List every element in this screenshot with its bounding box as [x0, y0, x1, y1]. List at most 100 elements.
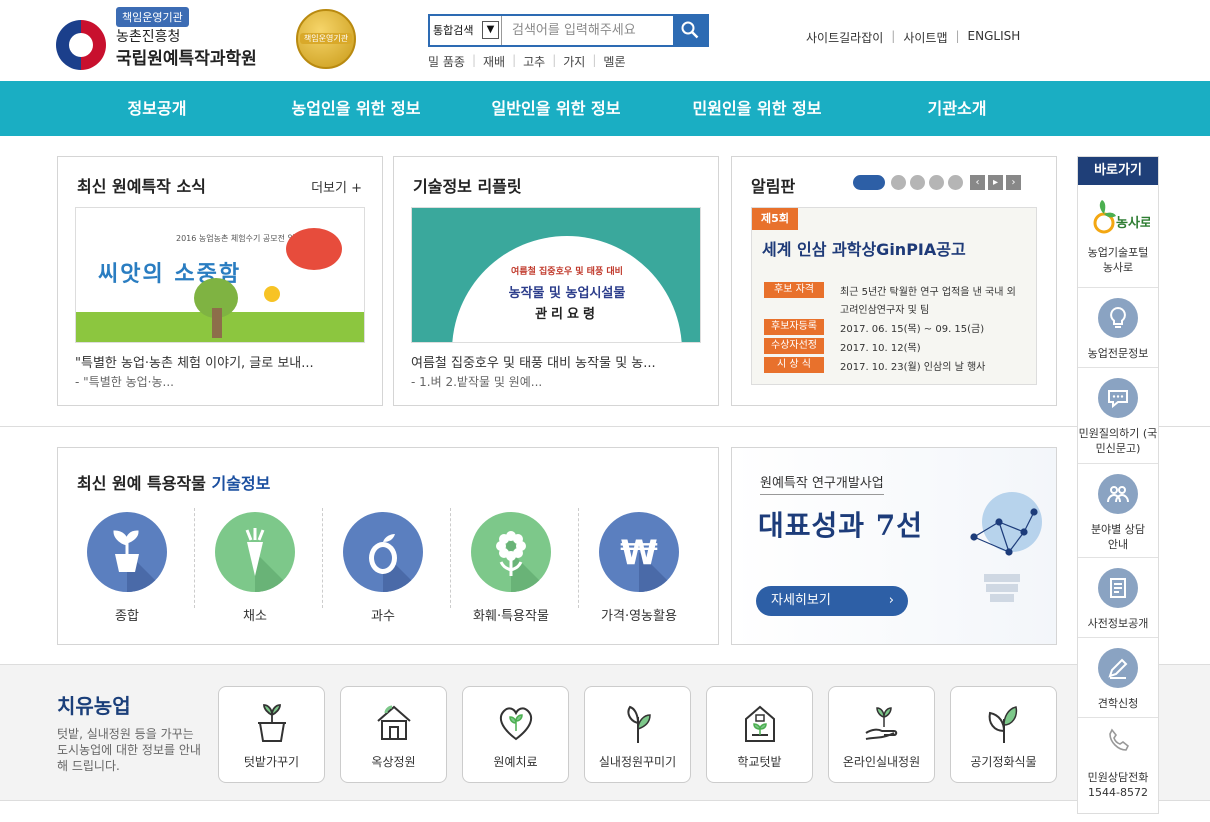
carousel-dot-active[interactable] — [853, 175, 885, 190]
sun-icon — [264, 286, 280, 302]
keyword-link[interactable]: 가지 — [556, 53, 592, 70]
quick-link-phone[interactable]: 민원상담전화 1544-8572 — [1078, 718, 1158, 813]
org-name-secondary[interactable]: 국립원예특작과학원 — [116, 44, 257, 69]
org-name-primary[interactable]: 농촌진흥청 — [116, 26, 180, 46]
carousel-prev-icon[interactable]: ‹ — [970, 175, 985, 190]
hand-plant-icon — [865, 707, 898, 740]
banner-row-label: 시 상 식 — [764, 357, 824, 373]
sprout-icon — [627, 705, 651, 743]
category-label[interactable]: 화훼·특용작물 — [456, 605, 566, 624]
quick-link-label: 사전정보공개 — [1087, 617, 1149, 630]
banner-row-text: 2017. 06. 15(목) ~ 09. 15(금) — [840, 324, 985, 335]
nav-item-petitioners[interactable]: 민원인을 위한 정보 — [682, 81, 832, 136]
category-fruit-button[interactable] — [343, 512, 423, 592]
promo-title: 대표성과 7선 — [758, 509, 924, 542]
keyword-link[interactable]: 멜론 — [596, 53, 632, 70]
carousel-dot[interactable] — [910, 175, 925, 190]
document-icon — [1098, 568, 1138, 608]
quick-link-pre-disclosure[interactable]: 사전정보공개 — [1078, 558, 1158, 638]
category-label[interactable]: 종합 — [72, 605, 182, 624]
carousel-dot[interactable] — [948, 175, 963, 190]
view-details-button[interactable]: 자세히보기 › — [756, 586, 908, 616]
carrot-icon — [245, 528, 295, 592]
quick-link-consulting[interactable]: 분야별 상담안내 — [1078, 464, 1158, 558]
leaflet-thumbnail[interactable]: 여름철 집중호우 및 태풍 대비 농작물 및 농업시설물 관리요령 — [411, 207, 701, 343]
healing-item-rooftop[interactable]: 옥상정원 — [340, 686, 447, 783]
news-card: 최신 원예특작 소식 더보기 + 2016 농업농촌 체험수기 공모전 입상작 … — [57, 156, 383, 406]
category-label[interactable]: 가격·영농활용 — [584, 605, 694, 624]
search-bar: 통합검색 ▼ — [428, 14, 709, 47]
nav-item-disclosure[interactable]: 정보공개 — [97, 81, 217, 136]
news-caption[interactable]: "특별한 농업·농촌 체험 이야기, 글로 보내... — [75, 352, 314, 371]
healing-item-garden[interactable]: 텃밭가꾸기 — [218, 686, 325, 783]
category-label[interactable]: 과수 — [328, 605, 438, 624]
speech-bubble-icon — [286, 228, 342, 270]
keyword-link[interactable]: 고추 — [516, 53, 552, 70]
carousel-next-icon[interactable]: › — [1006, 175, 1021, 190]
agency-badge: 책임운영기관 — [116, 7, 189, 27]
notice-banner[interactable]: 제5회 세계 인삼 과학상GinPIA공고 후보 자격 최근 5년간 탁월한 연… — [751, 207, 1037, 385]
healing-item-label: 공기정화식물 — [970, 755, 1037, 769]
search-button[interactable] — [673, 16, 707, 45]
keyword-link[interactable]: 재배 — [476, 53, 512, 70]
potted-plant-icon — [258, 704, 286, 742]
quick-link-nongsaro[interactable]: 농사로 농업기술포털 농사로 — [1078, 185, 1158, 288]
nav-item-farmers[interactable]: 농업인을 위한 정보 — [281, 81, 431, 136]
leaves-icon — [988, 706, 1018, 743]
popular-keywords: 밀 품종 | 재배 | 고추 | 가지 | 멜론 — [428, 53, 633, 70]
category-general-button[interactable] — [87, 512, 167, 592]
nav-item-about[interactable]: 기관소개 — [897, 81, 1017, 136]
news-subcaption[interactable]: - "특별한 농업·농... — [75, 373, 174, 390]
banner-row-text: 최근 5년간 탁월한 연구 업적을 낸 국내 외 — [840, 287, 1016, 298]
carousel-play-icon[interactable]: ▸ — [988, 175, 1003, 190]
tech-info-title: 최신 원예 특용작물 기술정보 — [77, 470, 270, 494]
category-flower-button[interactable] — [471, 512, 551, 592]
quick-links-title: 바로가기 — [1078, 157, 1158, 185]
banner-row-label: 후보자등록 — [764, 319, 824, 335]
site-guide-link[interactable]: 사이트길라잡이 — [806, 29, 883, 46]
chevron-down-icon[interactable]: ▼ — [482, 21, 499, 39]
banner-row-label: 후보 자격 — [764, 282, 824, 298]
promo-card: 원예특작 연구개발사업 대표성과 7선 자세히보기 › — [731, 447, 1057, 645]
quick-link-label: 견학신청 — [1097, 697, 1139, 710]
carousel-dot[interactable] — [891, 175, 906, 190]
leaflet-card: 기술정보 리플릿 여름철 집중호우 및 태풍 대비 농작물 및 농업시설물 관리… — [393, 156, 719, 406]
healing-item-label: 원예치료 — [493, 755, 538, 769]
quick-link-inquiry[interactable]: 민원질의하기 (국민신문고) — [1078, 368, 1158, 464]
category-price-button[interactable]: ₩ — [599, 512, 679, 592]
healing-item-therapy[interactable]: 원예치료 — [462, 686, 569, 783]
sitemap-link[interactable]: 사이트맵 — [903, 29, 947, 46]
healing-item-air-plants[interactable]: 공기정화식물 — [950, 686, 1057, 783]
banner-row-text: 고려인삼연구자 및 팀 — [840, 305, 930, 316]
news-card-title: 최신 원예특작 소식 — [77, 177, 206, 196]
english-link[interactable]: ENGLISH — [968, 29, 1021, 46]
divider — [578, 508, 579, 608]
search-input[interactable] — [504, 16, 672, 45]
quick-link-label: 농업전문정보 — [1087, 347, 1149, 360]
leaflet-image-line1: 여름철 집중호우 및 태풍 대비 — [511, 267, 623, 277]
search-scope-select[interactable]: 통합검색 ▼ — [430, 16, 502, 45]
nav-item-public[interactable]: 일반인을 위한 정보 — [481, 81, 631, 136]
keyword-link[interactable]: 밀 품종 — [428, 53, 472, 70]
banner-row-label: 수상자선정 — [764, 338, 824, 354]
category-vegetable-button[interactable] — [215, 512, 295, 592]
quick-link-expert-info[interactable]: 농업전문정보 — [1078, 288, 1158, 368]
leaflet-subcaption[interactable]: - 1.벼 2.밭작물 및 원예... — [411, 373, 542, 390]
news-thumbnail[interactable]: 2016 농업농촌 체험수기 공모전 입상작 모음 씨앗의 소중함 — [75, 207, 365, 343]
divider — [322, 508, 323, 608]
heart-leaf-icon — [499, 707, 533, 741]
leaflet-card-title: 기술정보 리플릿 — [413, 177, 522, 196]
leaflet-caption[interactable]: 여름철 집중호우 및 태풍 대비 농작물 및 농... — [411, 352, 656, 371]
carousel-dot[interactable] — [929, 175, 944, 190]
site-header: 책임운영기관 농촌진흥청 국립원예특작과학원 책임운영기관 통합검색 ▼ 밀 품… — [0, 0, 1210, 81]
healing-item-indoor[interactable]: 실내정원꾸미기 — [584, 686, 691, 783]
government-logo-icon[interactable] — [56, 20, 106, 70]
quick-link-tour[interactable]: 견학신청 — [1078, 638, 1158, 718]
leaflet-image-line3: 관리요령 — [535, 307, 599, 322]
healing-item-school[interactable]: 학교텃밭 — [706, 686, 813, 783]
healing-item-online[interactable]: 온라인실내정원 — [828, 686, 935, 783]
more-link[interactable]: 더보기 + — [311, 177, 362, 196]
lightbulb-icon — [1098, 298, 1138, 338]
speech-bubble-icon — [1098, 378, 1138, 418]
category-label[interactable]: 채소 — [200, 605, 310, 624]
